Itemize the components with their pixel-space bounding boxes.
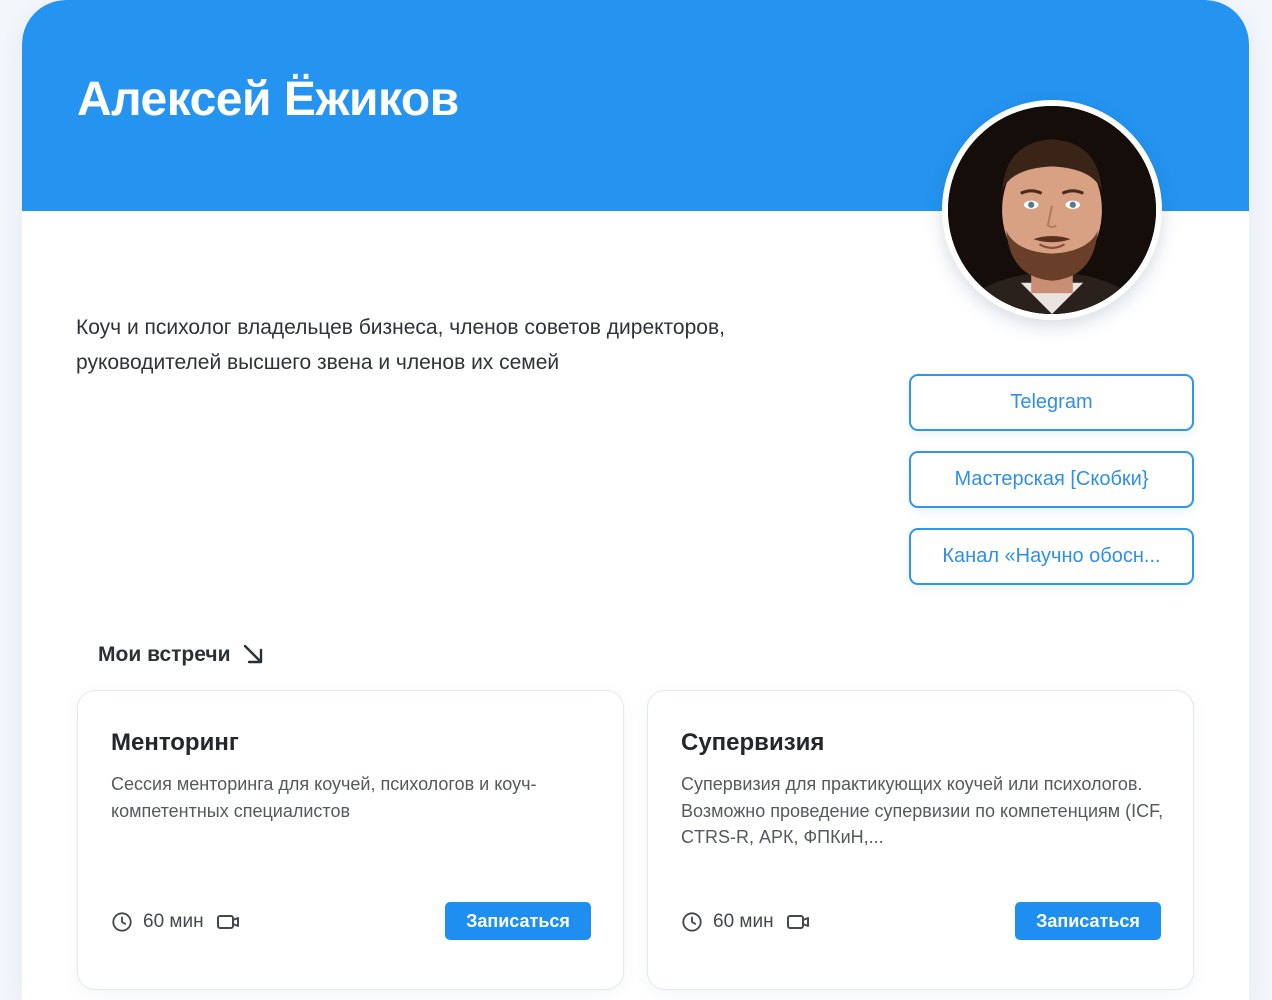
meeting-title: Супервизия — [681, 729, 825, 756]
arrow-down-right-icon — [243, 644, 262, 664]
book-mentoring-button[interactable]: Записаться — [445, 902, 591, 940]
meeting-duration: 60 мин — [143, 911, 204, 932]
channel-link-button[interactable]: Канал «Научно обосн... — [909, 528, 1194, 585]
workshop-link-button[interactable]: Мастерская [Скобки} — [909, 451, 1194, 508]
profile-name: Алексей Ёжиков — [77, 73, 459, 126]
book-supervision-button[interactable]: Записаться — [1015, 902, 1161, 940]
meeting-meta: 60 мин — [681, 911, 810, 933]
meeting-duration: 60 мин — [713, 911, 774, 932]
telegram-link-button[interactable]: Telegram — [909, 374, 1194, 431]
avatar — [942, 100, 1162, 320]
video-camera-icon — [786, 915, 809, 929]
meeting-description: Супервизия для практикующих коучей или п… — [681, 774, 1164, 847]
meeting-description: Сессия менторинга для коучей, психологов… — [111, 774, 537, 821]
meeting-title: Менторинг — [111, 729, 239, 756]
meeting-meta: 60 мин — [111, 911, 240, 933]
profile-bio: Коуч и психолог владельцев бизнеса, член… — [76, 310, 836, 380]
meeting-card-supervision[interactable]: Супервизия Супервизия для практикующих к… — [647, 690, 1194, 990]
clock-icon — [112, 912, 132, 932]
bio-line: Коуч и психолог владельцев бизнеса, член… — [76, 316, 725, 339]
social-links: Telegram Мастерская [Скобки} Канал «Науч… — [909, 374, 1194, 605]
meetings-section-title: Мои встречи — [98, 643, 265, 667]
avatar-photo — [948, 106, 1156, 314]
meetings-title-text: Мои встречи — [98, 643, 231, 666]
profile-card: Алексей Ёжиков Коуч и психолог владельце… — [22, 0, 1249, 1000]
meeting-card-mentoring[interactable]: Менторинг Сессия менторинга для коучей, … — [77, 690, 624, 990]
clock-icon — [682, 912, 702, 932]
video-camera-icon — [216, 915, 239, 929]
bio-line: руководителей высшего звена и членов их … — [76, 351, 560, 374]
